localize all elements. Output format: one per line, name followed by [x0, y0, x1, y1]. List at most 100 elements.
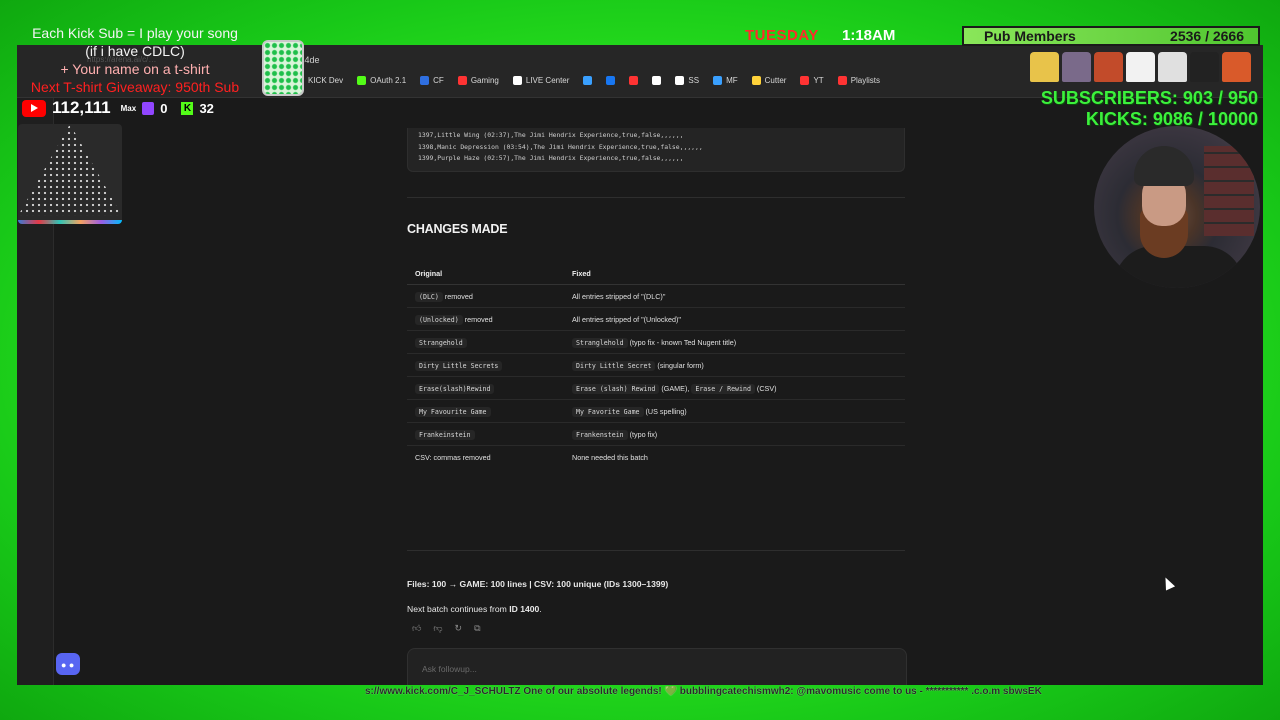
- bookmark-item[interactable]: SS: [675, 76, 699, 85]
- original-cell: (DLC) removed: [407, 284, 564, 308]
- subscribers-goal: SUBSCRIBERS: 903 / 950: [1040, 88, 1258, 108]
- promo-line-3: + Your name on a t-shirt: [60, 61, 210, 77]
- fixed-cell: Stranglehold (typo fix - known Ted Nugen…: [564, 330, 905, 354]
- mf-icon: [713, 76, 723, 85]
- fixed-cell: All entries stripped of "(Unlocked)": [564, 307, 905, 331]
- bookmark-item[interactable]: LIVE Center: [512, 76, 569, 85]
- cutter-icon: [751, 76, 761, 85]
- original-code: Strangehold: [415, 337, 467, 348]
- tiktok-icon: [512, 76, 522, 85]
- fixed-text: (CSV): [754, 383, 777, 393]
- regenerate-icon[interactable]: ↻: [455, 623, 463, 634]
- bookmark-item[interactable]: [629, 76, 639, 85]
- pub-members-bar: Pub Members 2536 / 2666: [962, 26, 1260, 46]
- original-code: Dirty Little Secrets: [415, 360, 503, 371]
- fixed-cell: Erase (slash) Rewind (GAME), Erase / Rew…: [564, 376, 905, 400]
- fixed-cell: My Favorite Game (US spelling): [564, 399, 905, 423]
- bookmark-label: MF: [726, 76, 738, 85]
- fixed-text: (typo fix): [627, 429, 658, 439]
- bookmark-item[interactable]: [606, 76, 616, 85]
- bookmark-item[interactable]: OAuth 2.1: [357, 76, 406, 85]
- bookmark-label: Gaming: [470, 76, 499, 85]
- fixed-cell: None needed this batch: [564, 446, 905, 469]
- table-row: Frankeinstein Frankenstein (typo fix): [407, 422, 905, 446]
- bookmark-label: CF: [433, 76, 444, 85]
- bookmarks-bar: KICK Dev OAuth 2.1 CF Gaming LIVE Center SS MF…: [295, 76, 880, 85]
- promo-line-2: (if i have CDLC): [85, 43, 185, 59]
- plinko-pegs: [18, 124, 122, 216]
- bookmark-item[interactable]: MF: [713, 76, 738, 85]
- thumbs-down-icon[interactable]: 👎︎: [433, 623, 442, 634]
- bookmark-item[interactable]: Playlists: [837, 76, 881, 85]
- bookmark-label: YT: [813, 76, 824, 85]
- bookmark-item[interactable]: [583, 76, 593, 85]
- bookmark-label: KICK Dev: [308, 76, 344, 85]
- changes-table: Original Fixed (DLC) removed All entries …: [407, 262, 905, 468]
- pub-members-label: Pub Members: [984, 28, 1076, 44]
- fixed-code: Erase (slash) Rewind: [572, 383, 660, 394]
- promo-line-4: Next T-shirt Giveaway: 950th Sub: [30, 79, 240, 95]
- original-cell: Strangehold: [407, 330, 564, 354]
- tshirt-icon: [1094, 52, 1123, 82]
- fixed-text: None needed this batch: [572, 452, 648, 462]
- next-batch-prefix: Next batch continues from: [407, 604, 510, 614]
- section-heading: CHANGES MADE: [407, 222, 508, 236]
- tshirt-icon: [1126, 52, 1155, 82]
- bookmark-label: SS: [688, 76, 700, 85]
- table-header-row: Original Fixed: [407, 262, 905, 285]
- original-text: removed: [442, 291, 473, 301]
- facebook-icon: [606, 76, 616, 85]
- original-code: (Unlocked): [415, 314, 463, 325]
- original-text: removed: [462, 314, 493, 324]
- followup-input[interactable]: Ask followup...: [422, 664, 477, 674]
- youtube-icon: [629, 76, 639, 85]
- original-code: My Favourite Game: [415, 406, 491, 417]
- table-row: Erase(slash)Rewind Erase (slash) Rewind (…: [407, 376, 905, 400]
- bookmark-item[interactable]: Cutter: [751, 76, 786, 85]
- table-row: (Unlocked) removed All entries stripped o…: [407, 307, 905, 331]
- bookmark-item[interactable]: YT: [800, 76, 824, 85]
- day-label: TUESDAY: [745, 27, 819, 44]
- original-cell: Frankeinstein: [407, 422, 564, 446]
- code-line: 1397,Little Wing (02:37),The Jimi Hendri…: [418, 131, 684, 139]
- sub-promo-overlay: Each Kick Sub = I play your song (if i h…: [15, 24, 255, 96]
- webcam-background: [1204, 146, 1254, 236]
- tshirt-icon: [1190, 52, 1219, 82]
- fixed-text: (typo fix - known Ted Nugent title): [627, 337, 737, 347]
- mouse-cursor-icon: [1160, 575, 1176, 591]
- next-batch-suffix: .: [539, 604, 542, 614]
- bookmark-item[interactable]: Gaming: [457, 76, 499, 85]
- original-text: CSV: commas removed: [415, 452, 491, 462]
- table-row: CSV: commas removed None needed this batc…: [407, 446, 905, 469]
- copy-icon[interactable]: ⧉: [474, 623, 480, 634]
- original-code: Frankeinstein: [415, 429, 475, 440]
- fixed-cell: Frankenstein (typo fix): [564, 422, 905, 446]
- plinko-bins: [18, 220, 122, 224]
- fixed-code: Erase / Rewind: [691, 383, 755, 394]
- tiktok-icon: [675, 76, 685, 85]
- fixed-cell: Dirty Little Secret (singular form): [564, 353, 905, 377]
- x-icon: [652, 76, 662, 85]
- section-divider: [407, 550, 905, 551]
- files-summary: Files: 100 → GAME: 100 lines | CSV: 100 …: [407, 579, 668, 589]
- kick-icon: K: [181, 101, 194, 115]
- thumbs-up-icon[interactable]: 👍︎: [412, 623, 421, 634]
- chat-page: 1397,Little Wing (02:37),The Jimi Hendri…: [54, 98, 1263, 685]
- table-row: Strangehold Stranglehold (typo fix - know…: [407, 330, 905, 354]
- table-row: Dirty Little Secrets Dirty Little Secret …: [407, 353, 905, 377]
- fixed-cell: All entries stripped of "(DLC)": [564, 284, 905, 308]
- kick-icon: [357, 76, 367, 85]
- bookmark-label: Playlists: [850, 76, 881, 85]
- column-header-original: Original: [407, 262, 564, 285]
- fixed-code: Stranglehold: [572, 337, 628, 348]
- youtube-count: 112,111: [52, 98, 111, 117]
- bookmark-item[interactable]: CF: [420, 76, 444, 85]
- tshirt-icon: [1158, 52, 1187, 82]
- max-label: Max: [120, 103, 137, 113]
- fixed-text: (GAME),: [659, 383, 692, 393]
- next-batch-id: ID 1400: [509, 604, 540, 614]
- bookmark-item[interactable]: [652, 76, 662, 85]
- fixed-code: Frankenstein: [572, 429, 628, 440]
- code-line: 1398,Manic Depression (03:54),The Jimi H…: [418, 142, 703, 151]
- followup-input-box[interactable]: Ask followup... ⊕ ▣ ‹/› ⊟ →: [407, 648, 907, 685]
